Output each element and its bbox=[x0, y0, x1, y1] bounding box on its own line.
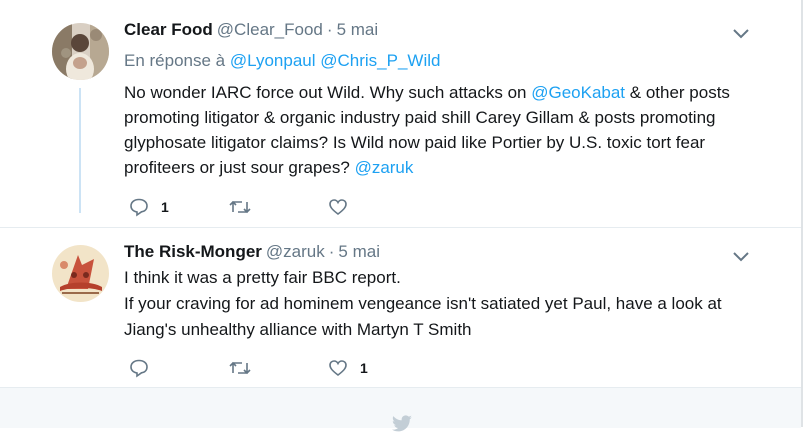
tweet-text-line: No wonder IARC force out Wild. Why such … bbox=[124, 80, 784, 105]
text-segment: No wonder IARC force out Wild. Why such … bbox=[124, 83, 532, 102]
heart-icon bbox=[329, 199, 347, 216]
tweet-text-line: If your craving for ad hominem vengeance… bbox=[124, 294, 722, 313]
avatar[interactable] bbox=[52, 23, 109, 80]
separator-dot: · bbox=[326, 20, 333, 39]
reply-icon bbox=[130, 359, 148, 378]
tweet-actions: 1 bbox=[124, 196, 524, 220]
twitter-bird-icon bbox=[392, 415, 412, 432]
thread-connector bbox=[79, 88, 81, 213]
reply-icon bbox=[130, 198, 148, 217]
reply-mention-chris-p-wild[interactable]: @Chris_P_Wild bbox=[320, 51, 440, 70]
like-button[interactable]: 1 bbox=[328, 357, 368, 379]
tweet-clear-food[interactable]: Clear Food @Clear_Food · 5 mai En réponse à… bbox=[0, 0, 801, 227]
chevron-down-icon[interactable] bbox=[733, 29, 749, 39]
tweet-text-line: promoting litigator & organic industry p… bbox=[124, 105, 784, 130]
retweet-button[interactable] bbox=[229, 357, 263, 379]
tweet-text: No wonder IARC force out Wild. Why such … bbox=[124, 80, 784, 180]
user-handle[interactable]: @Clear_Food bbox=[217, 20, 323, 39]
tweet-header: The Risk-Monger @zaruk · 5 mai bbox=[124, 242, 380, 262]
tweet-header: Clear Food @Clear_Food · 5 mai bbox=[124, 20, 378, 40]
reply-prefix: En réponse à bbox=[124, 51, 226, 70]
tweet-text-line: profiteers or just sour grapes? @zaruk bbox=[124, 155, 784, 180]
tweet-risk-monger[interactable]: The Risk-Monger @zaruk · 5 mai I think it w… bbox=[0, 227, 801, 388]
display-name[interactable]: Clear Food bbox=[124, 20, 213, 39]
retweet-icon bbox=[229, 361, 251, 375]
chevron-down-icon[interactable] bbox=[733, 252, 749, 262]
text-segment: profiteers or just sour grapes? bbox=[124, 158, 355, 177]
reply-button[interactable]: 1 bbox=[129, 196, 169, 218]
tweet-actions: 1 bbox=[124, 357, 524, 381]
mention-zaruk[interactable]: @zaruk bbox=[355, 158, 414, 177]
text-segment: promoting litigator & organic industry p… bbox=[124, 108, 716, 127]
tweet-text-line: I think it was a pretty fair BBC report. bbox=[124, 268, 401, 287]
timeline-footer bbox=[0, 387, 801, 432]
display-name[interactable]: The Risk-Monger bbox=[124, 242, 262, 261]
tweet-text-line: glyphosate litigator claims? Is Wild now… bbox=[124, 130, 784, 155]
reply-mention-lyonpaul[interactable]: @Lyonpaul bbox=[230, 51, 316, 70]
like-button[interactable] bbox=[328, 196, 360, 218]
retweet-icon bbox=[229, 200, 251, 214]
reply-button[interactable] bbox=[129, 357, 161, 379]
timestamp[interactable]: 5 mai bbox=[338, 242, 380, 261]
retweet-button[interactable] bbox=[229, 196, 263, 218]
tweet-text: I think it was a pretty fair BBC report.… bbox=[124, 265, 784, 343]
avatar[interactable] bbox=[52, 245, 109, 302]
reply-context: En réponse à @Lyonpaul @Chris_P_Wild bbox=[124, 51, 440, 71]
reply-count: 1 bbox=[161, 199, 169, 215]
timestamp[interactable]: 5 mai bbox=[337, 20, 379, 39]
text-segment: glyphosate litigator claims? Is Wild now… bbox=[124, 133, 706, 152]
text-segment: & other posts bbox=[625, 83, 730, 102]
user-handle[interactable]: @zaruk bbox=[266, 242, 325, 261]
tweet-text-line: Jiang's unhealthy alliance with Martyn T… bbox=[124, 320, 472, 339]
mention-geokabat[interactable]: @GeoKabat bbox=[531, 83, 625, 102]
heart-icon bbox=[329, 360, 347, 377]
like-count: 1 bbox=[360, 360, 368, 376]
separator-dot: · bbox=[328, 242, 335, 261]
